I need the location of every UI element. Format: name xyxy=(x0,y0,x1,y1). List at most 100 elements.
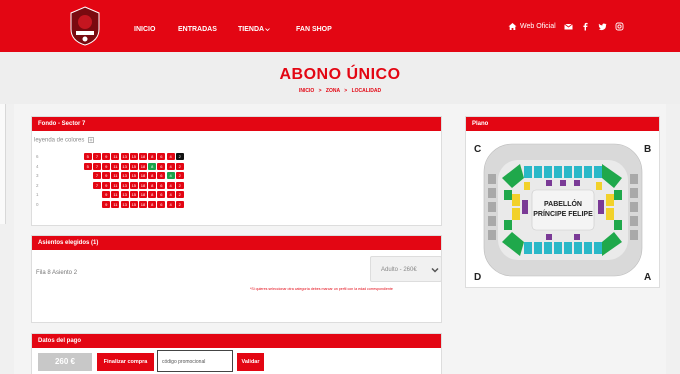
instagram-icon[interactable] xyxy=(615,22,624,31)
seat[interactable]: 15 xyxy=(129,172,138,180)
seat[interactable]: 18 xyxy=(139,172,147,180)
breadcrumb-separator: > xyxy=(344,88,348,94)
corner-c-label: C xyxy=(474,144,481,155)
payment-panel: Datos del pago 260 € Finalizar compra có… xyxy=(31,333,442,374)
seat-row-label: 0 xyxy=(36,202,39,207)
breadcrumb: INICIO > ZONA > LOCALIDAD xyxy=(0,88,680,94)
seat[interactable]: 13 xyxy=(120,172,129,180)
seat[interactable]: 11 xyxy=(111,162,120,170)
seat[interactable]: 7 xyxy=(93,181,101,189)
validate-button[interactable]: Validar xyxy=(237,353,264,371)
seat[interactable]: 13 xyxy=(120,191,129,199)
seat[interactable]: 8 xyxy=(148,153,157,160)
legend-label: leyenda de colores xyxy=(34,137,85,144)
ticket-category-select[interactable]: Adulto - 260€ xyxy=(370,256,442,282)
seat[interactable]: 11 xyxy=(111,181,120,189)
seat[interactable]: 6 xyxy=(157,162,166,170)
seat[interactable]: 4 xyxy=(166,172,175,180)
selected-seat-text: Fila 8 Asiento 2 xyxy=(36,270,78,276)
corner-d-label: D xyxy=(474,272,481,283)
seat[interactable]: 11 xyxy=(111,172,120,180)
seat[interactable]: 6 xyxy=(157,191,166,199)
selected-seats-title: Asientos elegidos (1) xyxy=(32,236,441,250)
seat[interactable]: 6 xyxy=(157,153,166,160)
seat[interactable]: 15 xyxy=(129,162,138,170)
seat[interactable]: 2 xyxy=(175,181,184,189)
seat[interactable]: 8 xyxy=(148,162,157,170)
nav-tienda[interactable]: TIENDA xyxy=(238,26,264,33)
corner-b-label: B xyxy=(644,144,651,155)
seat[interactable]: 18 xyxy=(139,153,147,160)
seat[interactable]: 8 xyxy=(148,201,157,208)
seat[interactable]: 8 xyxy=(148,181,157,189)
seat[interactable]: 15 xyxy=(129,153,138,160)
seat[interactable]: 11 xyxy=(111,153,120,160)
page-title-bar: ABONO ÚNICO INICIO > ZONA > LOCALIDAD xyxy=(0,52,680,104)
web-oficial-link[interactable]: Web Oficial xyxy=(520,23,556,30)
facebook-icon[interactable] xyxy=(581,22,590,31)
seat[interactable]: 11 xyxy=(111,201,120,208)
seat[interactable]: 11 xyxy=(111,191,120,199)
seat[interactable]: 13 xyxy=(120,153,129,160)
seat[interactable]: 7 xyxy=(93,162,101,170)
sector-panel-title: Fondo - Sector 7 xyxy=(32,117,441,131)
seat[interactable]: 4 xyxy=(166,181,175,189)
seat[interactable]: 13 xyxy=(120,162,129,170)
seat[interactable]: 9 xyxy=(102,162,111,170)
seat-row-label: 4 xyxy=(36,163,39,169)
promo-code-input[interactable]: código promocional xyxy=(157,350,233,372)
seat[interactable]: 2 xyxy=(175,191,184,199)
seat[interactable]: 4 xyxy=(166,162,175,170)
seat[interactable]: 6 xyxy=(157,201,166,208)
seat[interactable]: 18 xyxy=(139,191,147,199)
seat[interactable]: 2 xyxy=(175,162,184,170)
seat[interactable]: 2 xyxy=(175,201,184,208)
home-icon[interactable] xyxy=(508,22,517,31)
nav-fan-shop[interactable]: FAN SHOP xyxy=(296,26,332,33)
seat[interactable]: 9 xyxy=(102,181,111,189)
nav-entradas[interactable]: ENTRADAS xyxy=(178,26,217,33)
payment-panel-title: Datos del pago xyxy=(32,334,441,348)
breadcrumb-separator: > xyxy=(318,88,322,94)
mail-icon[interactable] xyxy=(563,22,573,31)
seat[interactable]: 4 xyxy=(166,191,175,199)
twitter-icon[interactable] xyxy=(598,22,607,31)
seat[interactable]: 6 xyxy=(157,181,166,189)
seat[interactable]: 15 xyxy=(129,191,138,199)
seat[interactable]: 9 xyxy=(102,201,111,208)
seat[interactable]: 9 xyxy=(102,172,111,180)
seat[interactable]: 18 xyxy=(139,181,147,189)
venue-plan-panel: Plano PABELLÓN PRÍNCIPE FELIPE C B D A xyxy=(465,116,660,288)
club-logo[interactable] xyxy=(68,5,102,47)
seat[interactable]: 7 xyxy=(93,172,101,180)
seat[interactable]: 8 xyxy=(148,191,157,199)
seat[interactable]: 5 xyxy=(83,153,92,160)
seat[interactable]: 4 xyxy=(166,201,175,208)
breadcrumb-zona[interactable]: ZONA xyxy=(326,88,340,94)
seat[interactable]: 9 xyxy=(102,191,111,199)
color-legend[interactable]: leyenda de colores xyxy=(34,137,94,144)
breadcrumb-localidad[interactable]: LOCALIDAD xyxy=(352,88,381,94)
seat[interactable]: 2 xyxy=(175,153,184,160)
breadcrumb-inicio[interactable]: INICIO xyxy=(299,88,314,94)
seat[interactable]: 5 xyxy=(83,162,92,170)
chevron-down-icon xyxy=(431,267,439,273)
seat[interactable]: 4 xyxy=(166,153,175,160)
venue-name-line2: PRÍNCIPE FELIPE xyxy=(533,209,593,218)
seat[interactable]: 8 xyxy=(148,172,157,180)
seat[interactable]: 18 xyxy=(139,201,147,208)
seat[interactable]: 18 xyxy=(139,162,147,170)
seat[interactable]: 13 xyxy=(120,201,129,208)
seat[interactable]: 15 xyxy=(129,201,138,208)
seat[interactable]: 9 xyxy=(102,153,111,160)
seat[interactable]: 15 xyxy=(129,181,138,189)
seat[interactable]: 13 xyxy=(120,181,129,189)
total-price: 260 € xyxy=(38,353,92,371)
finalize-purchase-button[interactable]: Finalizar compra xyxy=(97,353,154,371)
seat[interactable]: 2 xyxy=(175,172,184,180)
seat[interactable]: 6 xyxy=(157,172,166,180)
page-title: ABONO ÚNICO xyxy=(279,66,401,83)
arena-seat-plan[interactable]: PABELLÓN PRÍNCIPE FELIPE C B D A xyxy=(468,134,657,286)
seat[interactable]: 7 xyxy=(93,153,101,160)
nav-inicio[interactable]: INICIO xyxy=(134,26,155,33)
